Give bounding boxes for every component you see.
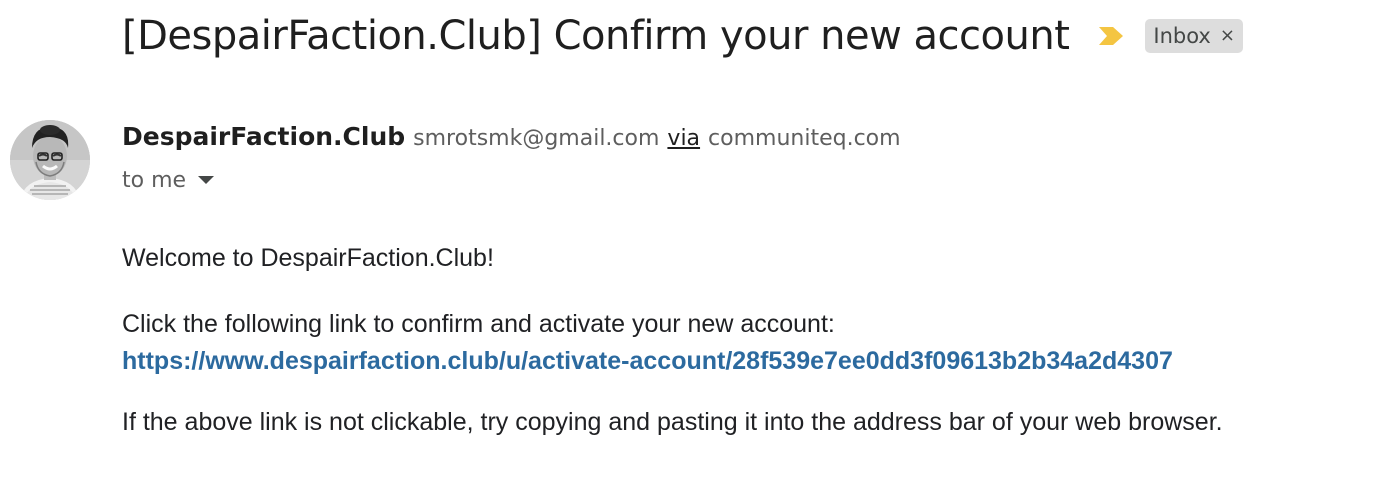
label-chip-text: Inbox — [1153, 24, 1211, 48]
caret-down-icon — [198, 176, 215, 184]
sender-info: DespairFaction.Club smrotsmk@gmail.com v… — [122, 122, 901, 158]
recipient-text: to me — [122, 167, 187, 193]
sender-avatar[interactable] — [10, 120, 90, 200]
email-subject: [DespairFaction.Club] Confirm your new a… — [122, 13, 1070, 59]
importance-marker-icon-svg — [1099, 27, 1124, 45]
activation-link[interactable]: https://www.despairfaction.club/u/activa… — [122, 343, 1173, 380]
via-link[interactable]: via — [667, 126, 700, 151]
via-domain: communiteq.com — [708, 126, 901, 151]
avatar-image — [10, 120, 90, 200]
subject-row: [DespairFaction.Club] Confirm your new a… — [122, 8, 1243, 64]
label-chip-inbox: Inbox × — [1145, 19, 1243, 53]
remove-label-icon[interactable]: × — [1220, 27, 1235, 45]
email-view: [DespairFaction.Club] Confirm your new a… — [0, 0, 1378, 500]
welcome-text: Welcome to DespairFaction.Club! — [122, 244, 494, 272]
importance-marker-icon[interactable] — [1097, 25, 1125, 47]
sender-email: smrotsmk@gmail.com — [413, 126, 660, 151]
instruction-text: Click the following link to confirm and … — [122, 310, 835, 338]
sender-name[interactable]: DespairFaction.Club — [122, 122, 405, 151]
recipient-details-toggle[interactable]: to me — [122, 164, 215, 196]
fallback-text: If the above link is not clickable, try … — [122, 408, 1223, 436]
